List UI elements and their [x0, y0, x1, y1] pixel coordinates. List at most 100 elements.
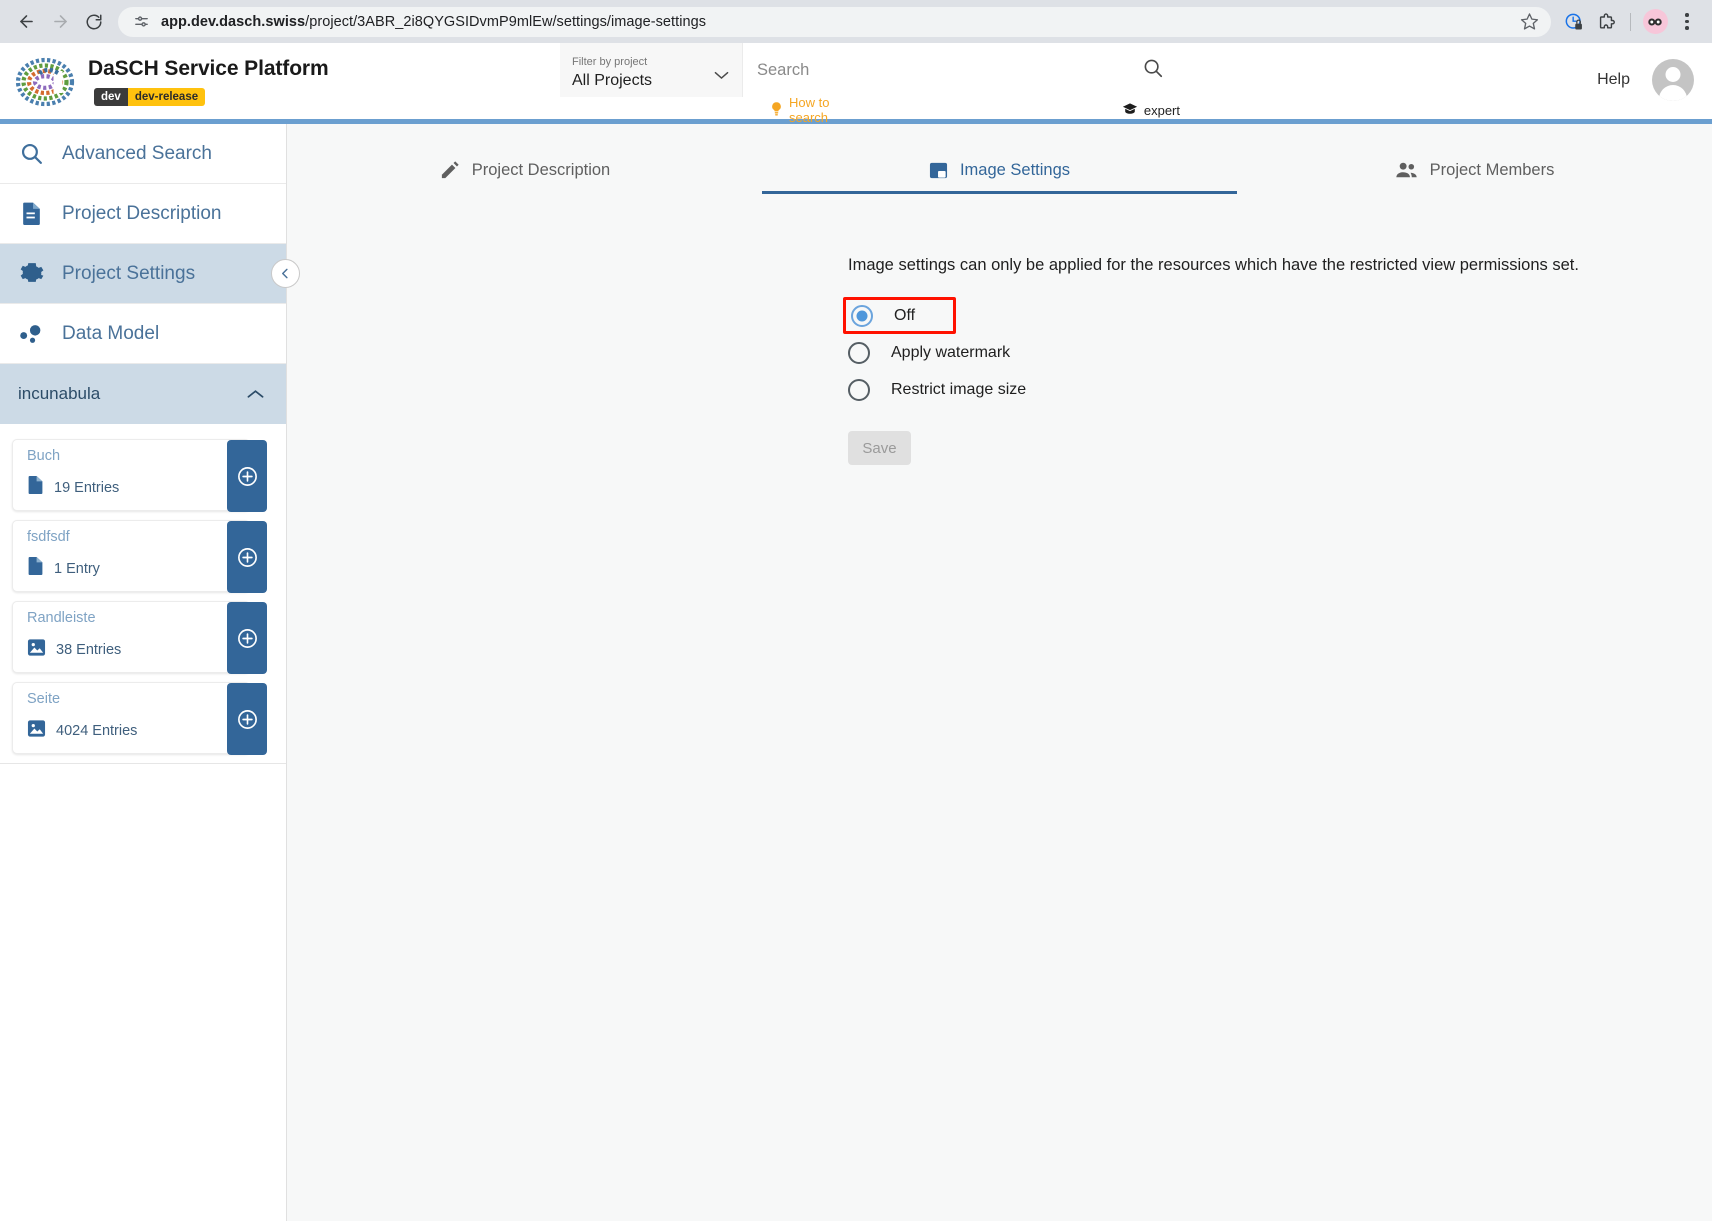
three-dot-menu-icon[interactable]: [1672, 7, 1702, 37]
radio-option-off[interactable]: Off: [843, 297, 956, 334]
search-input[interactable]: Search: [742, 43, 1180, 97]
project-group-header[interactable]: incunabula: [0, 364, 286, 424]
sidebar-item-label: Advanced Search: [62, 143, 212, 165]
how-to-search-link[interactable]: How to search: [770, 95, 870, 125]
sidebar-item-advanced-search[interactable]: Advanced Search: [0, 124, 286, 184]
tab-label: Project Members: [1430, 161, 1555, 180]
reload-icon[interactable]: [78, 6, 110, 38]
app-body: Advanced Search Project Description Proj…: [0, 124, 1712, 1221]
radio-button[interactable]: [848, 342, 870, 364]
tab-image-settings[interactable]: Image Settings: [762, 146, 1237, 194]
resource-card-body: Randleiste 38 Entries: [13, 602, 249, 672]
resource-class-count: 38 Entries: [56, 642, 121, 658]
app-header: DaSCH Service Platform dev dev-release F…: [0, 43, 1712, 119]
radio-label: Restrict image size: [891, 381, 1026, 399]
search-subbar: How to search expert: [560, 97, 1180, 123]
release-badge: dev dev-release: [94, 88, 205, 106]
add-resource-button[interactable]: [227, 602, 267, 674]
chevron-down-icon[interactable]: [714, 67, 729, 85]
resource-class-name[interactable]: Seite: [27, 692, 249, 708]
search-icon: [18, 141, 44, 166]
resource-class-count: 4024 Entries: [56, 723, 137, 739]
document-icon: [27, 556, 44, 581]
image-icon: [27, 719, 46, 743]
forward-arrow-icon[interactable]: [44, 6, 76, 38]
image-settings-panel: Image settings can only be applied for t…: [287, 256, 1712, 465]
search-placeholder: Search: [757, 61, 1134, 80]
profile-avatar-icon[interactable]: [1640, 7, 1670, 37]
resource-class-count: 19 Entries: [54, 480, 119, 496]
save-button[interactable]: Save: [848, 431, 911, 465]
sidebar-item-project-description[interactable]: Project Description: [0, 184, 286, 244]
people-icon: [1395, 161, 1418, 179]
resource-class-count: 1 Entry: [54, 561, 100, 577]
help-link[interactable]: Help: [1597, 71, 1630, 89]
project-filter-value: All Projects: [572, 70, 730, 92]
document-icon: [18, 201, 44, 226]
resource-class-name[interactable]: Buch: [27, 449, 249, 465]
radio-button[interactable]: [851, 305, 873, 327]
add-resource-button[interactable]: [227, 683, 267, 755]
browser-toolbar-right: [1553, 7, 1702, 37]
resource-class-card[interactable]: fsdfsdf 1 Entry: [12, 520, 250, 592]
expert-link[interactable]: expert: [1122, 102, 1180, 119]
graduation-cap-icon: [1122, 102, 1138, 119]
document-icon: [27, 475, 44, 500]
radio-option-apply-watermark[interactable]: Apply watermark: [848, 334, 1048, 371]
radio-label: Apply watermark: [891, 344, 1010, 362]
tab-project-description[interactable]: Project Description: [287, 146, 762, 194]
project-filter-select[interactable]: Filter by project All Projects: [560, 43, 742, 97]
resource-class-card[interactable]: Seite 4024 Entries: [12, 682, 250, 754]
resource-class-name[interactable]: fsdfsdf: [27, 530, 249, 546]
radio-button[interactable]: [848, 379, 870, 401]
tab-label: Image Settings: [960, 161, 1070, 180]
extensions-puzzle-icon[interactable]: [1591, 7, 1621, 37]
resource-class-card[interactable]: Randleiste 38 Entries: [12, 601, 250, 673]
resource-class-card[interactable]: Buch 19 Entries: [12, 439, 250, 511]
tune-icon[interactable]: [132, 12, 151, 31]
star-icon[interactable]: [1517, 10, 1541, 34]
resource-card-body: Buch 19 Entries: [13, 440, 249, 510]
resource-count-row: 38 Entries: [27, 638, 249, 662]
resource-card-body: fsdfsdf 1 Entry: [13, 521, 249, 591]
settings-description: Image settings can only be applied for t…: [848, 256, 1712, 275]
back-arrow-icon[interactable]: [10, 6, 42, 38]
dasch-logo-icon: [14, 51, 76, 113]
expert-label: expert: [1144, 103, 1180, 118]
brand[interactable]: DaSCH Service Platform dev dev-release: [0, 43, 329, 113]
sidebar-collapse-button[interactable]: [271, 259, 300, 288]
url-path: /project/3ABR_2i8QYGSIDvmP9mlEw/settings…: [305, 14, 706, 30]
image-settings-icon: [929, 161, 948, 180]
address-bar[interactable]: app.dev.dasch.swiss/project/3ABR_2i8QYGS…: [118, 7, 1551, 37]
sidebar-item-project-settings[interactable]: Project Settings: [0, 244, 286, 304]
resource-class-name[interactable]: Randleiste: [27, 611, 249, 627]
sidebar-item-label: Data Model: [62, 323, 159, 345]
radio-label: Off: [894, 307, 915, 325]
tab-project-members[interactable]: Project Members: [1237, 146, 1712, 194]
search-zone: Filter by project All Projects Search Ho…: [560, 43, 1180, 123]
privacy-lock-icon[interactable]: [1559, 7, 1589, 37]
sidebar-item-data-model[interactable]: Data Model: [0, 304, 286, 364]
add-resource-button[interactable]: [227, 440, 267, 512]
edit-document-icon: [439, 160, 460, 181]
resource-count-row: 4024 Entries: [27, 719, 249, 743]
sidebar-item-label: Project Description: [62, 203, 221, 225]
radio-option-restrict-image-size[interactable]: Restrict image size: [848, 371, 1064, 408]
add-resource-button[interactable]: [227, 521, 267, 593]
address-bar-url: app.dev.dasch.swiss/project/3ABR_2i8QYGS…: [161, 14, 1507, 30]
sidebar-item-label: Project Settings: [62, 263, 195, 285]
resource-class-list: Buch 19 Entries fsdfsdf: [0, 424, 286, 764]
gear-icon: [18, 261, 44, 286]
project-group-label: incunabula: [18, 384, 100, 404]
resource-card-body: Seite 4024 Entries: [13, 683, 249, 753]
app-title: DaSCH Service Platform: [88, 58, 329, 79]
badge-release: dev-release: [128, 88, 205, 106]
data-model-icon: [18, 323, 44, 345]
badge-env: dev: [94, 88, 128, 106]
user-avatar[interactable]: [1652, 59, 1694, 101]
tab-label: Project Description: [472, 161, 610, 180]
chevron-up-icon[interactable]: [247, 384, 264, 404]
project-filter-label: Filter by project: [572, 56, 730, 69]
search-icon[interactable]: [1142, 57, 1164, 84]
image-icon: [27, 638, 46, 662]
